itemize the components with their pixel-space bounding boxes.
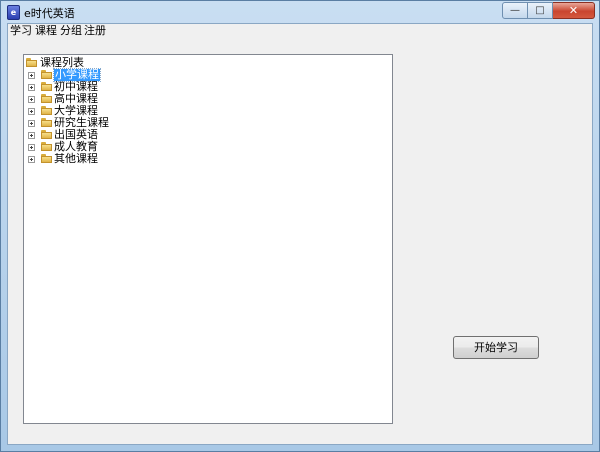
app-window: e e时代英语 — □ ✕ 学习 课程 分组 注册 课程列表 小学课程 初中课程… (0, 0, 600, 452)
folder-icon (41, 154, 52, 163)
expand-icon[interactable] (28, 108, 35, 115)
folder-icon (41, 142, 52, 151)
tree-item-label: 其他课程 (54, 152, 98, 165)
minimize-icon: — (510, 4, 520, 16)
title-bar[interactable]: e e时代英语 — □ ✕ (1, 1, 599, 23)
menu-courses[interactable]: 课程 (34, 24, 58, 38)
start-learning-button[interactable]: 开始学习 (453, 336, 539, 359)
folder-icon (41, 94, 52, 103)
expand-icon[interactable] (28, 132, 35, 139)
folder-icon (41, 106, 52, 115)
window-title: e时代英语 (24, 7, 75, 20)
folder-icon (41, 82, 52, 91)
minimize-button[interactable]: — (502, 2, 528, 19)
folder-icon (41, 70, 52, 79)
menu-study[interactable]: 学习 (9, 24, 33, 38)
menu-register[interactable]: 注册 (83, 24, 107, 38)
folder-icon (41, 130, 52, 139)
window-controls: — □ ✕ (502, 2, 595, 20)
folder-icon (41, 118, 52, 127)
close-icon: ✕ (568, 4, 579, 17)
expand-icon[interactable] (28, 84, 35, 91)
expand-icon[interactable] (28, 156, 35, 163)
menu-groups[interactable]: 分组 (59, 24, 83, 38)
app-icon[interactable]: e (7, 5, 20, 20)
client-area: 学习 课程 分组 注册 课程列表 小学课程 初中课程 高中课程 大学课程 研究生… (7, 23, 593, 445)
maximize-icon: □ (535, 4, 545, 16)
expand-icon[interactable] (28, 144, 35, 151)
course-tree[interactable]: 课程列表 小学课程 初中课程 高中课程 大学课程 研究生课程 出国英语 成人教育… (23, 54, 393, 424)
close-button[interactable]: ✕ (553, 2, 595, 19)
expand-icon[interactable] (28, 96, 35, 103)
maximize-button[interactable]: □ (528, 2, 553, 19)
menu-bar: 学习 课程 分组 注册 (8, 24, 592, 38)
folder-icon (26, 58, 37, 67)
tree-item[interactable]: 其他课程 (26, 153, 226, 165)
expand-icon[interactable] (28, 72, 35, 79)
expand-icon[interactable] (28, 120, 35, 127)
